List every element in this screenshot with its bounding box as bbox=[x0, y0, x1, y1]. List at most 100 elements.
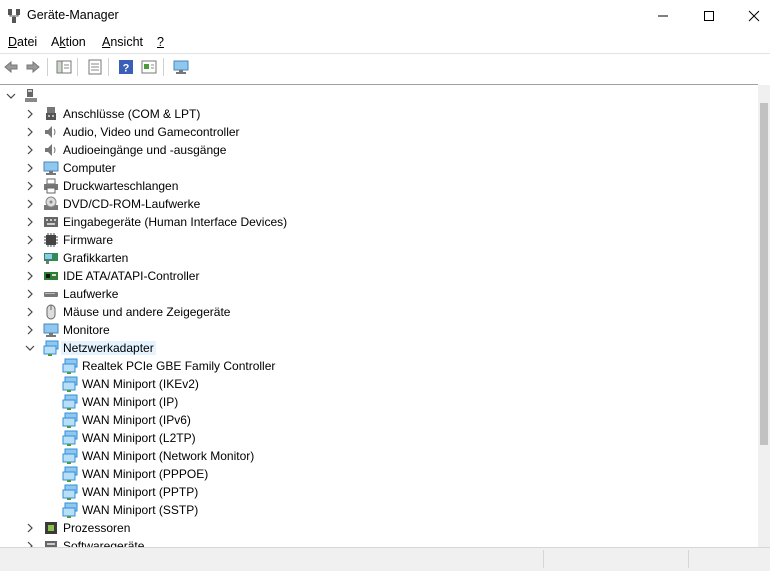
menu-help[interactable]: ? bbox=[157, 35, 164, 49]
chevron-right-icon[interactable] bbox=[25, 523, 35, 533]
tree-item-label: WAN Miniport (PPTP) bbox=[82, 485, 199, 499]
tree-category[interactable]: Eingabegeräte (Human Interface Devices) bbox=[0, 213, 758, 231]
tree-category[interactable]: Monitore bbox=[0, 321, 758, 339]
tree-item-label: WAN Miniport (L2TP) bbox=[82, 431, 196, 445]
tree-device[interactable]: WAN Miniport (IKEv2) bbox=[0, 375, 758, 393]
device-tree[interactable]: Anschlüsse (COM & LPT) Audio, Video und G… bbox=[0, 84, 758, 548]
scrollbar-thumb[interactable] bbox=[760, 103, 768, 445]
menu-aktion[interactable]: Aktion bbox=[51, 35, 86, 49]
tree-item-label: Netzwerkadapter bbox=[61, 341, 156, 355]
vertical-scrollbar[interactable] bbox=[758, 85, 770, 547]
show-hide-tree-button[interactable] bbox=[55, 58, 73, 76]
forward-icon bbox=[26, 60, 40, 74]
tree-device[interactable]: WAN Miniport (SSTP) bbox=[0, 501, 758, 519]
computer-root-icon bbox=[25, 89, 37, 102]
chevron-right-icon[interactable] bbox=[25, 181, 35, 191]
back-button[interactable] bbox=[2, 58, 20, 76]
chevron-right-icon[interactable] bbox=[25, 307, 35, 317]
network-adapter-icon bbox=[62, 430, 78, 446]
chevron-down-icon[interactable] bbox=[6, 91, 16, 101]
tree-item-label: Prozessoren bbox=[63, 521, 131, 535]
chevron-right-icon[interactable] bbox=[25, 253, 35, 263]
properties-icon bbox=[88, 59, 102, 75]
tree-item-label: Audio, Video und Gamecontroller bbox=[63, 125, 240, 139]
forward-button[interactable] bbox=[24, 58, 42, 76]
chevron-right-icon[interactable] bbox=[25, 235, 35, 245]
chevron-right-icon[interactable] bbox=[25, 127, 35, 137]
tree-item-label: Computer bbox=[63, 161, 116, 175]
tree-root[interactable] bbox=[0, 87, 758, 105]
tree-device[interactable]: WAN Miniport (IPv6) bbox=[0, 411, 758, 429]
tree-category[interactable]: Audio, Video und Gamecontroller bbox=[0, 123, 758, 141]
tree-item-label: WAN Miniport (IKEv2) bbox=[82, 377, 199, 391]
tree-category[interactable]: Firmware bbox=[0, 231, 758, 249]
tree-item-label: WAN Miniport (IP) bbox=[82, 395, 179, 409]
device-manager-icon bbox=[8, 9, 20, 23]
window-title: Geräte-Manager bbox=[27, 8, 119, 22]
tree-category[interactable]: Computer bbox=[0, 159, 758, 177]
tree-device[interactable]: WAN Miniport (L2TP) bbox=[0, 429, 758, 447]
tree-category[interactable]: Anschlüsse (COM & LPT) bbox=[0, 105, 758, 123]
tree-item-label: Realtek PCIe GBE Family Controller bbox=[82, 359, 276, 373]
update-driver-button[interactable] bbox=[140, 58, 158, 76]
tree-category[interactable]: Grafikkarten bbox=[0, 249, 758, 267]
tree-category[interactable]: DVD/CD-ROM-Laufwerke bbox=[0, 195, 758, 213]
help-button[interactable]: ? bbox=[117, 58, 135, 76]
tree-item-label: Monitore bbox=[63, 323, 110, 337]
tree-item-label: Mäuse und andere Zeigegeräte bbox=[63, 305, 231, 319]
display-adapter-icon bbox=[44, 253, 58, 264]
network-adapter-icon bbox=[43, 340, 59, 356]
tree-item-label: DVD/CD-ROM-Laufwerke bbox=[63, 197, 201, 211]
tree-category[interactable]: Audioeingänge und -ausgänge bbox=[0, 141, 758, 159]
chevron-down-icon[interactable] bbox=[25, 343, 35, 353]
chevron-right-icon[interactable] bbox=[25, 163, 35, 173]
chevron-right-icon[interactable] bbox=[25, 145, 35, 155]
minimize-icon bbox=[658, 15, 668, 16]
tree-item-label: Firmware bbox=[63, 233, 113, 247]
disc-drive-icon bbox=[44, 196, 58, 210]
network-adapter-icon bbox=[62, 484, 78, 500]
svg-text:?: ? bbox=[123, 63, 130, 75]
speaker-icon bbox=[45, 144, 56, 156]
maximize-icon bbox=[704, 10, 714, 21]
speaker-icon bbox=[45, 126, 56, 138]
tree-category[interactable]: Netzwerkadapter bbox=[0, 339, 758, 357]
maximize-button[interactable] bbox=[686, 0, 732, 31]
tree-device[interactable]: WAN Miniport (PPTP) bbox=[0, 483, 758, 501]
chevron-right-icon[interactable] bbox=[25, 271, 35, 281]
tree-item-label: WAN Miniport (PPPOE) bbox=[82, 467, 209, 481]
hid-icon bbox=[44, 217, 58, 227]
chevron-right-icon[interactable] bbox=[25, 325, 35, 335]
tree-category[interactable]: Laufwerke bbox=[0, 285, 758, 303]
tree-category[interactable]: IDE ATA/ATAPI-Controller bbox=[0, 267, 758, 285]
ide-controller-icon bbox=[44, 272, 58, 280]
tree-device[interactable]: Realtek PCIe GBE Family Controller bbox=[0, 357, 758, 375]
ports-icon bbox=[46, 107, 56, 120]
tree-category[interactable]: Druckwarteschlangen bbox=[0, 177, 758, 195]
menu-datei[interactable]: Datei bbox=[8, 35, 37, 49]
tree-item-label: WAN Miniport (IPv6) bbox=[82, 413, 191, 427]
chevron-right-icon[interactable] bbox=[25, 199, 35, 209]
tree-category[interactable]: Mäuse und andere Zeigegeräte bbox=[0, 303, 758, 321]
minimize-button[interactable] bbox=[640, 0, 686, 31]
close-button[interactable] bbox=[731, 0, 770, 31]
properties-button[interactable] bbox=[86, 58, 104, 76]
disk-drive-icon bbox=[44, 292, 58, 297]
close-icon bbox=[748, 10, 760, 21]
tree-device[interactable]: WAN Miniport (IP) bbox=[0, 393, 758, 411]
processor-icon bbox=[45, 522, 57, 534]
chevron-right-icon[interactable] bbox=[25, 289, 35, 299]
chevron-right-icon[interactable] bbox=[25, 109, 35, 119]
scan-hardware-button[interactable] bbox=[172, 58, 190, 76]
monitor-icon bbox=[43, 161, 59, 175]
menu-ansicht[interactable]: Ansicht bbox=[102, 35, 143, 49]
tree-item-label: WAN Miniport (Network Monitor) bbox=[82, 449, 255, 463]
tree-category[interactable]: Prozessoren bbox=[0, 519, 758, 537]
update-driver-icon bbox=[141, 60, 157, 74]
monitor-icon bbox=[43, 323, 59, 337]
tree-device[interactable]: WAN Miniport (PPPOE) bbox=[0, 465, 758, 483]
mouse-icon bbox=[46, 304, 56, 320]
chevron-right-icon[interactable] bbox=[25, 217, 35, 227]
tree-device[interactable]: WAN Miniport (Network Monitor) bbox=[0, 447, 758, 465]
network-adapter-icon bbox=[62, 358, 78, 374]
